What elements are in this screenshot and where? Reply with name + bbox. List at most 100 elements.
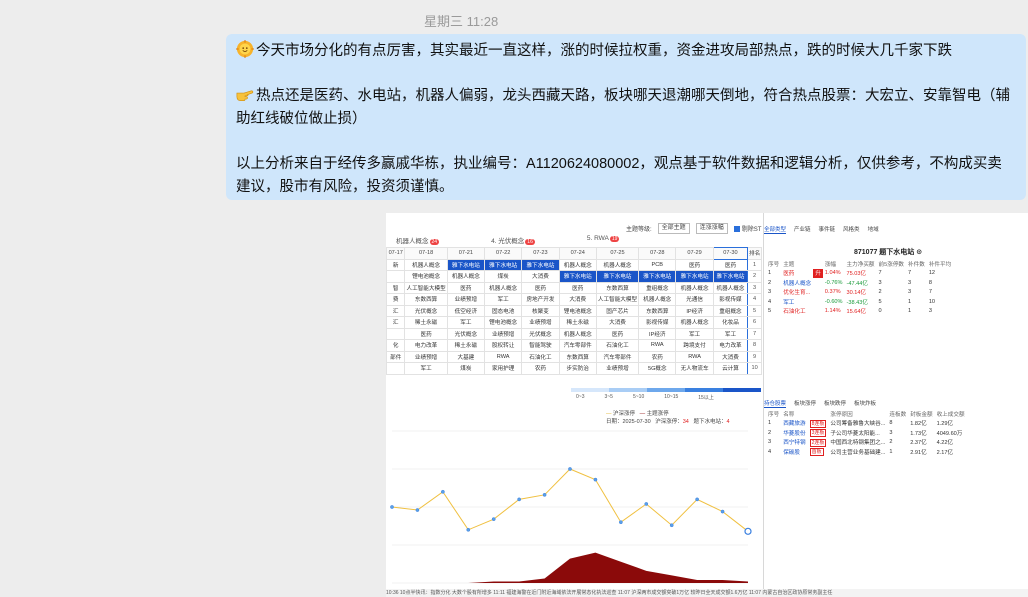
theme-cell[interactable]: 机器人概念 — [558, 258, 597, 271]
sector-name[interactable]: 机器人概念 — [781, 278, 813, 288]
theme-cell[interactable]: 稀土永磁 — [404, 316, 448, 329]
theme-cell[interactable]: 大基建 — [446, 350, 486, 363]
theme-cell[interactable]: 稀土永磁 — [446, 339, 486, 352]
theme-cell[interactable]: 军工 — [404, 362, 448, 375]
stock-name[interactable]: 保碳股 — [781, 447, 807, 457]
theme-cell[interactable]: 电力改革 — [712, 339, 749, 352]
theme-cell[interactable]: 机器人概念 — [404, 258, 448, 271]
theme-cell[interactable]: 煤炭 — [446, 362, 486, 375]
attached-screenshot-image[interactable]: 主题等级: 全部主题 连涨涨幅 剔除ST 机器人概念 24 4. 光伏概念 16 5… — [386, 213, 1028, 597]
sector-type-tab[interactable]: 事件链 — [819, 225, 836, 234]
sector-type-tab[interactable]: 全部类型 — [764, 225, 787, 234]
theme-cell[interactable]: 军工 — [712, 327, 749, 340]
exclude-st-checkbox[interactable]: 剔除ST — [733, 224, 761, 233]
theme-cell[interactable]: 雅下水电站 — [675, 270, 714, 283]
theme-cell[interactable]: 光通信 — [675, 293, 714, 306]
theme-cell[interactable]: 5G概念 — [638, 362, 677, 375]
theme-tab[interactable]: 4. 光伏概念 16 — [491, 235, 535, 245]
sector-name[interactable]: 石油化工 — [781, 307, 813, 317]
theme-cell[interactable]: 重组概念 — [638, 281, 677, 294]
theme-cell[interactable]: 雅下水电站 — [484, 258, 523, 271]
theme-cell[interactable]: RWA — [675, 350, 714, 363]
theme-cell[interactable]: 机器人概念 — [638, 293, 677, 306]
theme-cell[interactable]: 家用护理 — [484, 362, 523, 375]
stock-row[interactable]: 3 西宁特钢 2连板 中国西北特钢集团之... 2 2.37亿 4.22亿 — [766, 438, 967, 448]
theme-cell[interactable]: 军工 — [675, 327, 714, 340]
theme-cell[interactable]: 医药 — [595, 327, 640, 340]
theme-cell[interactable]: 雅下水电站 — [558, 270, 597, 283]
theme-cell[interactable]: 大消费 — [595, 316, 640, 329]
theme-cell[interactable]: 光伏概念 — [521, 327, 560, 340]
theme-cell[interactable]: 人工智能大模型 — [404, 281, 448, 294]
theme-cell[interactable]: 农药 — [638, 350, 677, 363]
theme-cell[interactable]: 智能驾驶 — [521, 339, 560, 352]
theme-tab[interactable]: 机器人概念 24 — [396, 235, 440, 245]
stock-list-tab[interactable]: 板块涨停 — [794, 399, 816, 408]
theme-cell[interactable]: 大消费 — [521, 270, 560, 283]
theme-cell[interactable]: 业绩预增 — [484, 327, 523, 340]
theme-cell[interactable]: 东数西算 — [558, 350, 597, 363]
stock-name[interactable]: 华菱股份 — [781, 428, 807, 438]
theme-cell[interactable]: 医药 — [521, 281, 560, 294]
theme-cell[interactable]: 军工 — [446, 316, 486, 329]
theme-cell[interactable]: 云计算 — [712, 362, 749, 375]
theme-cell[interactable]: 无人物流车 — [675, 362, 714, 375]
theme-cell[interactable]: 稀土永磁 — [558, 316, 597, 329]
stock-list-tab[interactable]: 板块跌停 — [824, 399, 846, 408]
theme-cell[interactable]: IP经济 — [638, 327, 677, 340]
stock-name[interactable]: 西宁特钢 — [781, 438, 807, 448]
stock-name[interactable]: 西藏旅游 — [781, 419, 807, 429]
theme-cell[interactable]: 业绩预增 — [446, 293, 486, 306]
sort-select[interactable]: 连涨涨幅 — [695, 223, 728, 234]
sector-row[interactable]: 3 优化生育... 0.37% 30.14亿 2 3 7 — [766, 288, 953, 298]
sector-row[interactable]: 4 军工 -0.60% -38.43亿 5 1 10 — [766, 297, 953, 307]
theme-cell[interactable]: 光伏概念 — [446, 327, 486, 340]
theme-cell[interactable]: 机器人概念 — [675, 316, 714, 329]
theme-cell[interactable]: 业绩预增 — [404, 350, 448, 363]
sector-row[interactable]: 5 石油化工 1.14% 15.64亿 0 1 3 — [766, 307, 953, 317]
theme-cell[interactable]: 汽车零部件 — [558, 339, 597, 352]
theme-cell[interactable]: 重组概念 — [712, 304, 749, 317]
theme-cell[interactable]: 机器人概念 — [446, 270, 486, 283]
theme-tab[interactable]: 5. RWA 19 — [587, 235, 620, 245]
theme-cell[interactable]: 军工 — [484, 293, 523, 306]
theme-cell[interactable]: 电力改革 — [404, 339, 448, 352]
theme-cell[interactable]: 锂电池概念 — [558, 304, 597, 317]
theme-cell[interactable]: 房地产开发 — [521, 293, 560, 306]
theme-cell[interactable]: 东数西算 — [638, 304, 677, 317]
theme-cell[interactable]: 汽车零部件 — [595, 350, 640, 363]
theme-cell[interactable]: 东数西算 — [404, 293, 448, 306]
theme-cell[interactable]: 光伏概念 — [404, 304, 448, 317]
theme-cell[interactable]: 低空经济 — [446, 304, 486, 317]
theme-cell[interactable]: 煤炭 — [484, 270, 523, 283]
theme-cell[interactable]: 影视传媒 — [638, 316, 677, 329]
stock-list-tab[interactable]: 板块炸板 — [854, 399, 876, 408]
stock-row[interactable]: 1 西藏旅游 8连板 公司筹备雅鲁大峡谷... 8 1.82亿 1.29亿 — [766, 419, 967, 429]
sector-type-tab[interactable]: 产业链 — [794, 225, 811, 234]
theme-cell[interactable]: RWA — [484, 350, 523, 363]
theme-cell[interactable]: 业绩预增 — [521, 316, 560, 329]
sector-type-tab[interactable]: 风格类 — [843, 225, 860, 234]
theme-cell[interactable]: 业绩预增 — [595, 362, 640, 375]
theme-cell[interactable]: 机器人概念 — [712, 281, 749, 294]
theme-cell[interactable]: 大消费 — [712, 350, 749, 363]
theme-cell[interactable]: 固产芯片 — [595, 304, 640, 317]
theme-cell[interactable]: 雅下水电站 — [595, 270, 640, 283]
chat-message-bubble[interactable]: 今天市场分化的有点厉害，其实最近一直这样，涨的时候拉权重，资金进攻局部热点，跌的… — [226, 34, 1026, 200]
theme-cell[interactable]: 医药 — [446, 281, 486, 294]
theme-cell[interactable]: 机器人概念 — [675, 281, 714, 294]
theme-cell[interactable]: 医药 — [675, 258, 714, 271]
theme-cell[interactable]: 东数西算 — [595, 281, 640, 294]
stock-row[interactable]: 2 华菱股份 3连板 子公司华菱太阳能... 3 1.73亿 4049.60万 — [766, 428, 967, 438]
theme-cell[interactable]: 影视传媒 — [712, 293, 749, 306]
sector-row[interactable]: 2 机器人概念 -0.76% -47.44亿 3 3 8 — [766, 278, 953, 288]
theme-cell[interactable]: 大消费 — [558, 293, 597, 306]
theme-cell[interactable]: 固态电池 — [484, 304, 523, 317]
theme-cell[interactable]: 化妆品 — [712, 316, 749, 329]
theme-level-select[interactable]: 全部主题 — [657, 223, 690, 234]
theme-cell[interactable]: RWA — [638, 339, 677, 352]
theme-cell[interactable]: 医药 — [558, 281, 597, 294]
sector-type-tab[interactable]: 地域 — [868, 225, 879, 234]
theme-cell[interactable]: 雅下水电站 — [712, 270, 749, 283]
theme-cell[interactable]: 人工智能大模型 — [595, 293, 640, 306]
